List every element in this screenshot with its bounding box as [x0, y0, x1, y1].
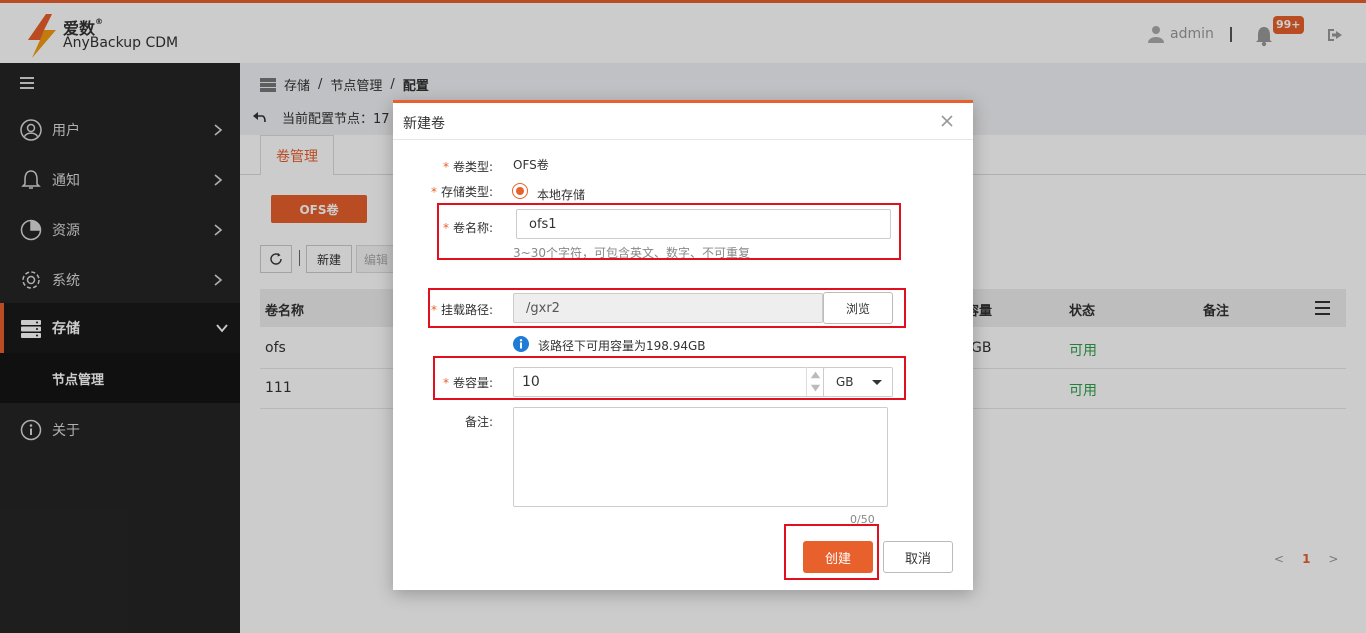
- close-icon[interactable]: [941, 115, 953, 127]
- create-button[interactable]: 创建: [803, 541, 873, 573]
- caret-down-icon: [872, 380, 882, 385]
- dialog-title: 新建卷: [403, 116, 445, 132]
- volume-type-label: * 卷类型:: [442, 160, 493, 174]
- new-volume-dialog: 新建卷 * 卷类型: OFS卷 * 存储类型: 本地存储 * 卷名称: ofs1 3~…: [393, 100, 973, 590]
- storage-type-label: * 存储类型:: [430, 185, 493, 199]
- volume-type-value: OFS卷: [513, 158, 549, 172]
- cancel-button[interactable]: 取消: [883, 541, 953, 573]
- dialog-divider: [393, 139, 973, 140]
- capacity-unit-select[interactable]: GB: [823, 367, 893, 397]
- browse-button[interactable]: 浏览: [823, 292, 893, 324]
- capacity-unit-value: GB: [836, 375, 854, 389]
- mount-path-capacity-info: 该路径下可用容量为198.94GB: [538, 339, 706, 353]
- remark-char-counter: 0/50: [850, 513, 875, 526]
- mount-path-input: /gxr2: [513, 293, 823, 323]
- volume-name-input[interactable]: ofs1: [516, 209, 891, 239]
- volume-name-label: * 卷名称:: [442, 221, 493, 235]
- mount-path-label: * 挂载路径:: [430, 303, 493, 317]
- volume-capacity-input[interactable]: 10: [513, 367, 825, 397]
- volume-capacity-label: * 卷容量:: [442, 376, 493, 390]
- local-storage-label: 本地存储: [537, 188, 586, 202]
- volume-name-hint: 3~30个字符，可包含英文、数字、不可重复: [513, 246, 750, 260]
- remark-label: 备注:: [464, 415, 493, 429]
- info-icon: [513, 336, 529, 352]
- capacity-stepper-icon[interactable]: [806, 367, 824, 396]
- local-storage-radio[interactable]: [512, 183, 528, 199]
- remark-textarea[interactable]: [513, 407, 888, 507]
